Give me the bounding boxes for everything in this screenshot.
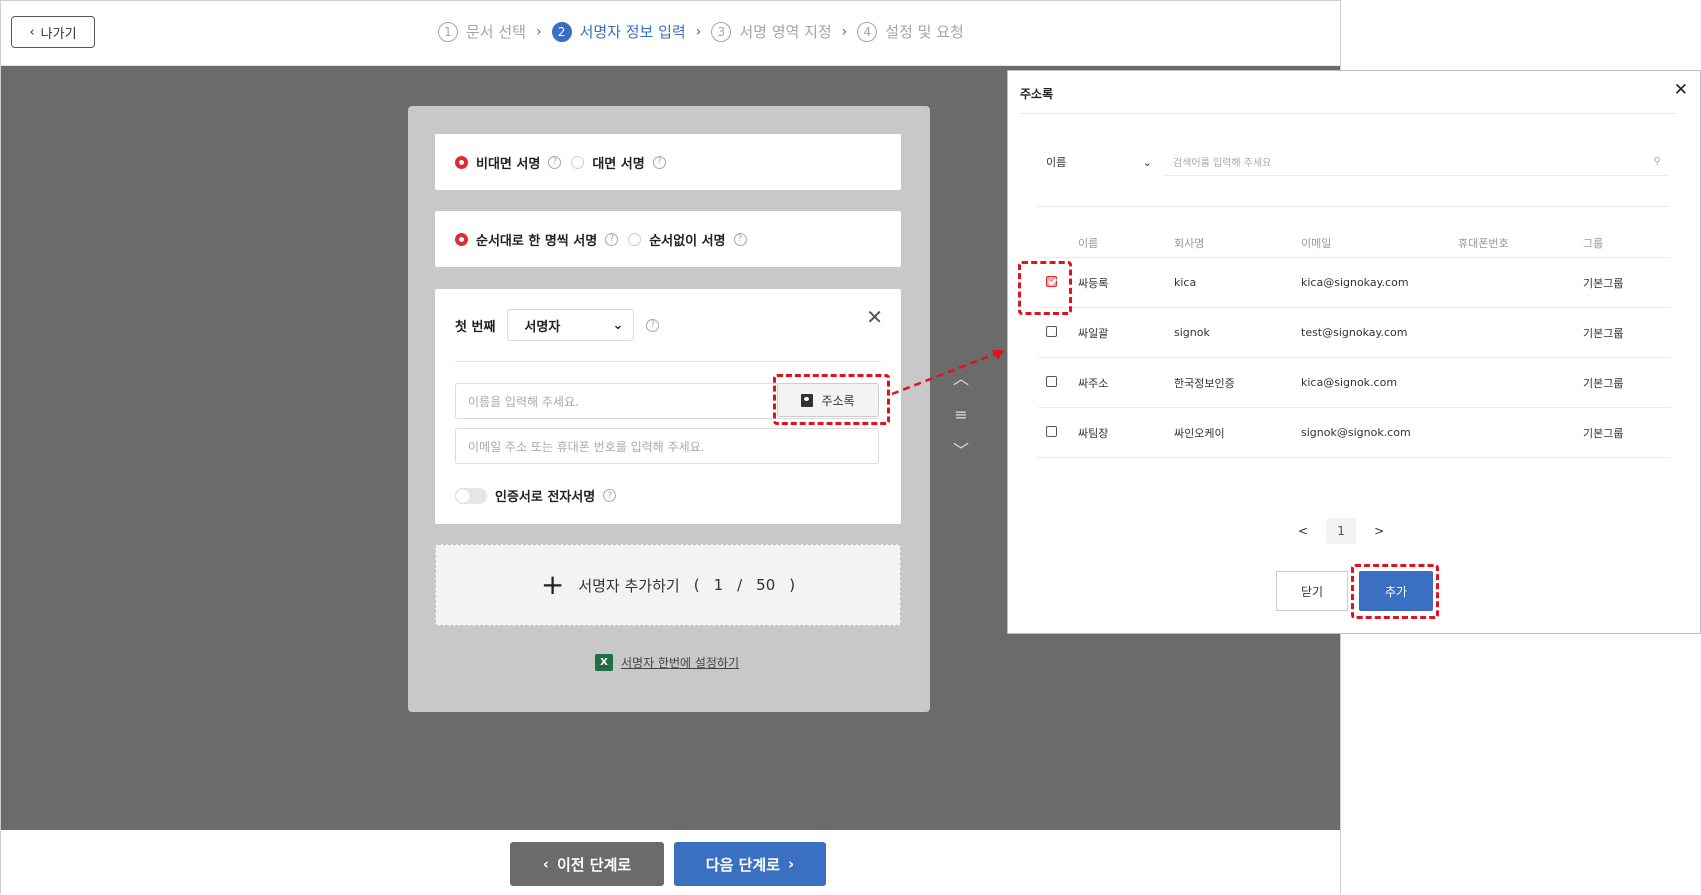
remote-sign-label: 비대면 서명 <box>476 156 541 172</box>
row-checkbox[interactable] <box>1046 375 1057 387</box>
chevron-right-icon: › <box>535 23 542 40</box>
prev-step-button[interactable]: ‹ 이전 단계로 <box>510 842 664 886</box>
step-2: 2 서명자 정보 입력 <box>551 21 686 42</box>
signer-max: 50 <box>756 576 776 594</box>
table-header: 이름 회사명 이메일 휴대폰번호 그룹 <box>1038 228 1671 258</box>
excel-icon: X <box>595 654 613 671</box>
back-button[interactable]: ‹ 나가기 <box>11 16 95 48</box>
help-icon[interactable]: ? <box>733 232 747 246</box>
radio-remote-sign[interactable] <box>455 155 468 169</box>
search-field-select[interactable]: 이름 ⌄ <box>1038 148 1160 176</box>
prev-page-button[interactable]: < <box>1298 524 1308 538</box>
step-1: 1 문서 선택 <box>438 21 526 42</box>
row-checkbox[interactable] <box>1046 325 1057 337</box>
highlight-row-checkbox <box>1018 261 1072 315</box>
search-icon[interactable]: ⚲ <box>1654 156 1661 167</box>
chevron-down-icon: ⌄ <box>612 317 624 333</box>
chevron-down-icon: ⌄ <box>1142 155 1152 169</box>
row-checkbox[interactable] <box>1046 425 1057 437</box>
plus-icon: + <box>540 568 565 601</box>
bottom-bar: ‹ 이전 단계로 다음 단계로 › <box>1 830 1340 895</box>
help-icon[interactable]: ? <box>548 155 562 169</box>
radio-in-person-sign[interactable] <box>571 155 585 169</box>
back-button-label: 나가기 <box>40 26 77 42</box>
sign-type-card: 비대면 서명 ? 대면 서명 ? <box>435 134 901 190</box>
cert-sign-toggle[interactable] <box>455 487 487 504</box>
sequential-label: 순서대로 한 명씩 서명 <box>476 233 598 249</box>
radio-unordered[interactable] <box>628 232 642 246</box>
chevron-left-icon: ‹ <box>29 24 35 40</box>
table-row[interactable]: 싸주소 한국정보인증 kica@signok.com 기본그룹 <box>1038 358 1671 408</box>
radio-sequential[interactable] <box>455 232 468 246</box>
drag-handle-icon[interactable]: ≡ <box>950 397 972 433</box>
bulk-signer-link[interactable]: X 서명자 한번에 설정하기 <box>595 654 739 671</box>
chevron-right-icon: › <box>695 23 702 40</box>
help-icon[interactable]: ? <box>603 489 617 502</box>
divider <box>455 361 881 362</box>
table-row[interactable]: 싸등록 kica kica@signokay.com 기본그룹 <box>1038 258 1671 308</box>
chevron-right-icon: › <box>841 23 848 40</box>
pagination: < 1 > <box>1298 518 1384 544</box>
pointer-arrow <box>891 350 1004 396</box>
search-input[interactable]: 검색어를 입력해 주세요 ⚲ <box>1165 148 1669 176</box>
step-4: 4 설정 및 요청 <box>857 21 964 42</box>
highlight-add-button <box>1351 564 1439 619</box>
next-page-button[interactable]: > <box>1374 524 1384 538</box>
highlight-address-book <box>773 374 890 425</box>
order-type-card: 순서대로 한 명씩 서명 ? 순서없이 서명 ? <box>435 211 901 267</box>
modal-title: 주소록 <box>1020 87 1054 101</box>
step-indicator: 1 문서 선택 › 2 서명자 정보 입력 › 3 서명 영역 지정 › 4 설… <box>438 21 964 42</box>
top-bar: ‹ 나가기 1 문서 선택 › 2 서명자 정보 입력 › 3 서명 영역 지정… <box>1 1 1340 66</box>
table-row[interactable]: 싸팀장 싸인오케이 signok@signok.com 기본그룹 <box>1038 408 1671 458</box>
help-icon[interactable]: ? <box>646 318 660 332</box>
step-3: 3 서명 영역 지정 <box>711 21 832 42</box>
divider <box>1020 113 1676 114</box>
next-step-button[interactable]: 다음 단계로 › <box>674 842 826 886</box>
cert-sign-label: 인증서로 전자서명 <box>495 490 596 505</box>
table-row[interactable]: 싸일괄 signok test@signokay.com 기본그룹 <box>1038 308 1671 358</box>
chevron-right-icon: › <box>788 855 795 873</box>
signer-order-label: 첫 번째 <box>455 319 496 335</box>
signer-count: 1 <box>713 576 724 594</box>
address-book-modal: 주소록 ✕ 이름 ⌄ 검색어를 입력해 주세요 ⚲ 이름 회사명 이메일 휴대폰… <box>1007 70 1701 634</box>
chevron-left-icon: ‹ <box>542 855 549 873</box>
unordered-label: 순서없이 서명 <box>649 233 726 249</box>
signer-contact-input[interactable]: 이메일 주소 또는 휴대폰 번호를 입력해 주세요. <box>455 428 879 464</box>
modal-close-icon[interactable]: ✕ <box>1674 80 1688 100</box>
remove-signer-button[interactable]: ✕ <box>866 305 883 329</box>
page-number[interactable]: 1 <box>1326 518 1357 544</box>
in-person-sign-label: 대면 서명 <box>592 156 645 172</box>
signer-role-select[interactable]: 서명자 ⌄ <box>507 309 635 341</box>
help-icon[interactable]: ? <box>652 155 666 169</box>
add-signer-button[interactable]: + 서명자 추가하기 ( 1 / 50 ) <box>435 544 901 626</box>
help-icon[interactable]: ? <box>605 232 619 246</box>
contacts-table: 이름 회사명 이메일 휴대폰번호 그룹 싸등록 kica kica@signok… <box>1038 228 1671 458</box>
chevron-down-icon[interactable]: ﹀ <box>950 433 972 469</box>
divider <box>1038 206 1669 207</box>
modal-close-button[interactable]: 닫기 <box>1276 571 1348 611</box>
